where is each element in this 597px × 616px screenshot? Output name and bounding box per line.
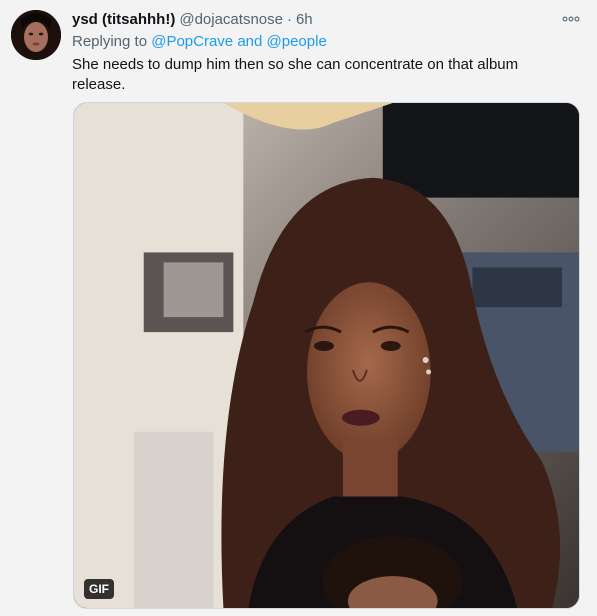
more-horizontal-icon [562,16,580,22]
gif-badge: GIF [84,579,114,599]
more-options-button[interactable] [558,8,584,30]
timestamp[interactable]: 6h [296,10,313,30]
gif-media[interactable]: GIF [73,102,580,609]
display-name[interactable]: ysd (titsahhh!) [72,10,175,30]
separator-dot: · [286,11,292,28]
gif-frame [74,103,579,608]
tweet-text: She needs to dump him then so she can co… [72,56,519,93]
reply-mentions-link[interactable]: @PopCrave and @people [151,33,327,50]
user-handle[interactable]: @dojacatsnose [179,10,283,30]
tweet-header: ysd (titsahhh!) @dojacatsnose · 6h [72,10,313,30]
replying-label: Replying to [72,33,148,50]
user-avatar[interactable] [11,10,61,60]
tweet[interactable]: ysd (titsahhh!) @dojacatsnose · 6h Reply… [0,0,597,616]
replying-to: Replying to @PopCrave and @people [72,32,327,52]
